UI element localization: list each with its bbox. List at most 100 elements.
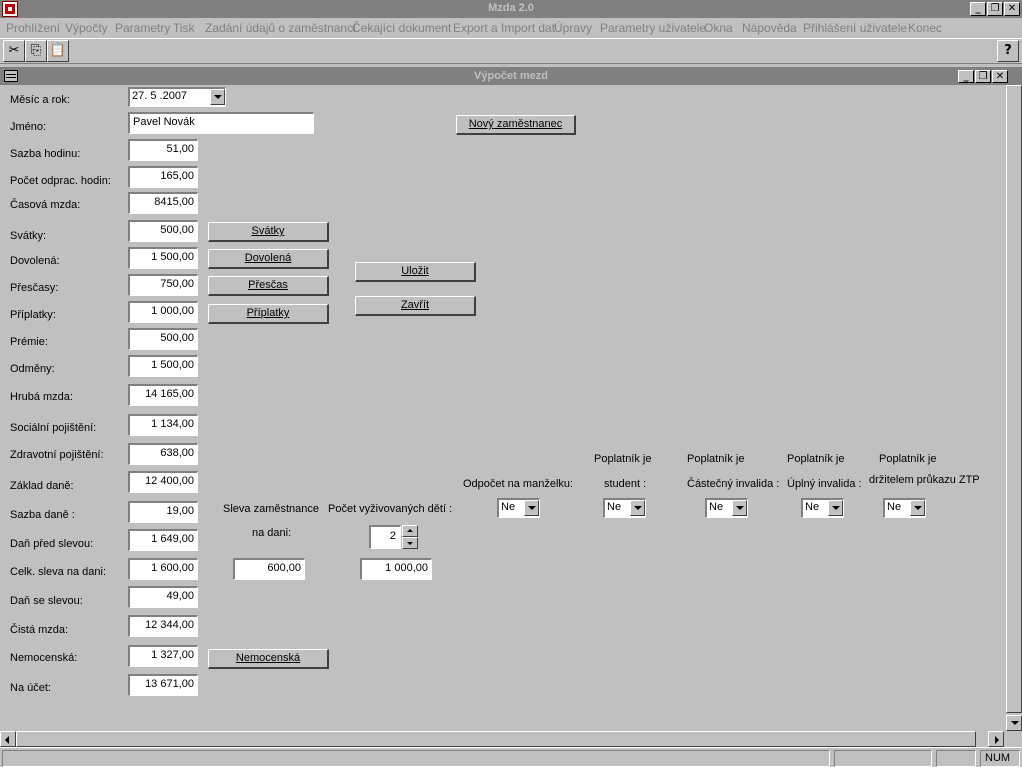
children-amount-field[interactable]: 1 000,00 [360,558,432,580]
student-value: Ne [607,501,622,513]
chevron-down-icon[interactable] [210,89,225,105]
menu-bar: Prohlížení Výpočty Parametry Tisk Zadání… [0,18,1022,38]
scroll-right-icon[interactable] [988,731,1004,747]
full-invalid-value: Ne [805,501,820,513]
net-wage-field[interactable]: 12 344,00 [128,615,198,637]
name-label: Jméno: [10,121,47,133]
children-count-input[interactable]: 2 [369,525,401,549]
holidays-button[interactable]: Svátky [208,222,329,242]
surcharges-button[interactable]: Příplatky [208,304,329,324]
partial-invalid-select[interactable]: Ne [705,498,748,518]
menu-okna[interactable]: Okna [704,21,733,35]
ztp-holder-label-1: Poplatník je [879,453,937,465]
social-insurance-field[interactable]: 1 134,00 [128,414,198,436]
employee-discount-label: Sleva zaměstnance [223,503,319,515]
new-employee-button[interactable]: Nový zaměstnanec [456,115,576,135]
full-invalid-select[interactable]: Ne [801,498,844,518]
bonus-label: Prémie: [10,336,48,348]
copy-icon[interactable]: ⎘ [25,40,47,62]
app-title: Mzda 2.0 [488,2,534,14]
chevron-down-icon[interactable] [828,500,843,516]
full-invalid-label-1: Poplatník je [787,453,845,465]
menu-tisk[interactable]: Tisk [173,21,195,35]
num-lock-indicator: NUM [980,750,1020,767]
chevron-down-icon[interactable] [630,500,645,516]
help-icon[interactable]: ? [997,40,1019,62]
scroll-down-icon[interactable] [1006,715,1022,731]
ztp-holder-select[interactable]: Ne [883,498,926,518]
menu-napoveda[interactable]: Nápověda [742,21,797,35]
time-wage-field[interactable]: 8415,00 [128,192,198,214]
menu-prihlaseni[interactable]: Přihlášení uživatele [803,21,907,35]
child-minimize-button[interactable]: _ [958,70,974,83]
menu-zadani-udaju[interactable]: Zadání údajů o zaměstnanci [205,21,356,35]
partial-invalid-label-2: Částečný invalida : [687,478,780,490]
health-insurance-field[interactable]: 638,00 [128,443,198,465]
window-menu-icon[interactable] [4,70,18,82]
menu-cekajici-dokument[interactable]: Čekající dokument [352,21,451,35]
vertical-scroll-thumb[interactable] [1006,85,1022,713]
vertical-scrollbar[interactable] [1006,85,1022,731]
chevron-down-icon[interactable] [910,500,925,516]
scroll-left-icon[interactable] [0,731,16,747]
close-button[interactable]: ✕ [1004,2,1020,16]
menu-upravy[interactable]: Úpravy [554,21,592,35]
spin-up-icon[interactable] [402,525,418,537]
menu-export-import[interactable]: Export a Import dat [453,21,555,35]
menu-vypocty[interactable]: Výpočty [65,21,108,35]
hours-worked-field[interactable]: 165,00 [128,166,198,188]
spin-down-icon[interactable] [402,537,418,549]
menu-parametry-uzivatele[interactable]: Parametry uživatele [600,21,706,35]
overtime-button[interactable]: Přesčas [208,276,329,296]
tax-after-discount-field[interactable]: 49,00 [128,586,198,608]
tax-before-discount-field[interactable]: 1 649,00 [128,529,198,551]
total-tax-discount-label: Celk. sleva na dani: [10,566,106,578]
cut-icon[interactable]: ✂ [3,40,25,62]
app-icon[interactable] [2,1,18,17]
time-wage-label: Časová mzda: [10,199,81,211]
chevron-down-icon[interactable] [524,500,539,516]
sick-pay-label: Nemocenská: [10,652,78,664]
paste-icon[interactable]: 📋 [47,40,69,62]
to-account-label: Na účet: [10,682,51,694]
menu-parametry[interactable]: Parametry [115,21,170,35]
employee-discount-field[interactable]: 600,00 [233,558,305,580]
total-tax-discount-field[interactable]: 1 600,00 [128,558,198,580]
bonus-field[interactable]: 500,00 [128,328,198,350]
menu-konec[interactable]: Konec [908,21,942,35]
student-label-1: Poplatník je [594,453,652,465]
restore-button[interactable]: ❐ [987,2,1003,16]
social-insurance-label: Sociální pojištění: [10,422,97,434]
minimize-button[interactable]: _ [970,2,986,16]
sick-pay-field[interactable]: 1 327,00 [128,645,198,667]
to-account-field[interactable]: 13 671,00 [128,674,198,696]
tax-rate-field[interactable]: 19,00 [128,501,198,523]
child-maximize-button[interactable]: ❐ [975,70,991,83]
vacation-field[interactable]: 1 500,00 [128,247,198,269]
sick-pay-button[interactable]: Nemocenská [208,649,329,669]
rewards-field[interactable]: 1 500,00 [128,355,198,377]
chevron-down-icon[interactable] [732,500,747,516]
gross-wage-field[interactable]: 14 165,00 [128,384,198,406]
surcharges-field[interactable]: 1 000,00 [128,301,198,323]
tax-base-field[interactable]: 12 400,00 [128,471,198,493]
month-year-picker[interactable]: 27. 5 .2007 [128,87,226,107]
close-form-button[interactable]: Zavřít [355,296,476,316]
surcharges-label: Příplatky: [10,309,56,321]
menu-prohlizeni[interactable]: Prohlížení [6,21,60,35]
save-button[interactable]: Uložit [355,262,476,282]
hourly-rate-field[interactable]: 51,00 [128,139,198,161]
name-input[interactable]: Pavel Novák [128,112,314,134]
month-year-value: 27. 5 .2007 [132,90,188,102]
overtime-field[interactable]: 750,00 [128,274,198,296]
holidays-field[interactable]: 500,00 [128,220,198,242]
tax-rate-label: Sazba daně : [10,509,75,521]
horizontal-scroll-thumb[interactable] [16,731,976,747]
spouse-deduction-value: Ne [501,501,516,513]
student-select[interactable]: Ne [603,498,646,518]
vacation-button[interactable]: Dovolená [208,249,329,269]
spouse-deduction-select[interactable]: Ne [497,498,540,518]
full-invalid-label-2: Úplný invalida : [787,478,862,490]
child-close-button[interactable]: ✕ [992,70,1008,83]
horizontal-scrollbar[interactable] [0,731,1006,747]
